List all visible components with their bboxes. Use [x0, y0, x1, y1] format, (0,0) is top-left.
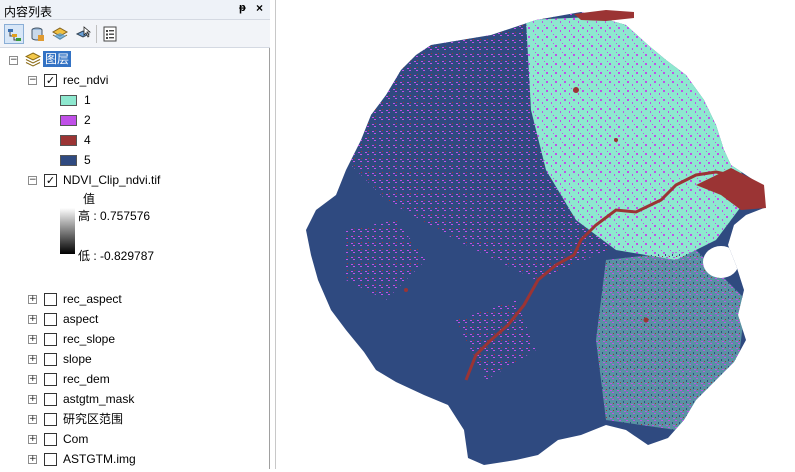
expand-collapse-toggle[interactable]: + — [28, 375, 37, 384]
legend-swatch — [60, 95, 77, 106]
layer-name[interactable]: rec_aspect — [63, 290, 122, 308]
toc-toolbar — [0, 20, 270, 48]
expand-collapse-toggle[interactable]: + — [28, 355, 37, 364]
stretch-color-ramp — [60, 208, 75, 254]
map-view[interactable] — [275, 0, 795, 469]
layer-visibility-checkbox[interactable] — [44, 413, 57, 426]
layer-name[interactable]: rec_slope — [63, 330, 115, 348]
expand-collapse-toggle[interactable]: + — [28, 435, 37, 444]
expand-collapse-toggle[interactable]: + — [28, 395, 37, 404]
panel-title: 内容列表 — [4, 5, 53, 19]
legend-swatch — [60, 155, 77, 166]
expand-collapse-toggle[interactable]: − — [28, 76, 37, 85]
layer-visibility-checkbox[interactable] — [44, 373, 57, 386]
legend-class-label: 5 — [84, 153, 91, 167]
layer-visibility-checkbox[interactable] — [44, 333, 57, 346]
expand-collapse-toggle[interactable]: + — [28, 455, 37, 464]
expand-collapse-toggle[interactable]: − — [9, 56, 18, 65]
panel-title-bar: 内容列表 ᵽ × — [0, 0, 270, 20]
legend-high-value: 高 : 0.757576 — [78, 209, 151, 223]
legend-swatch — [60, 135, 77, 146]
layer-name[interactable]: astgtm_mask — [63, 390, 134, 408]
list-by-drawing-order-icon[interactable] — [4, 24, 24, 44]
layers-icon — [25, 52, 41, 67]
table-of-contents-panel: 内容列表 ᵽ × − 图层 − ✓ rec_ndvi 1 2 4 5 − ✓ N… — [0, 0, 270, 469]
layer-visibility-checkbox[interactable] — [44, 313, 57, 326]
list-by-source-icon[interactable] — [27, 24, 47, 44]
list-by-visibility-icon[interactable] — [50, 24, 70, 44]
expand-collapse-toggle[interactable]: − — [28, 176, 37, 185]
layer-visibility-checkbox[interactable] — [44, 393, 57, 406]
expand-collapse-toggle[interactable]: + — [28, 295, 37, 304]
layer-name[interactable]: ASTGTM.img — [63, 450, 136, 468]
ndvi-classification-map[interactable] — [276, 0, 795, 469]
legend-class-label: 4 — [84, 133, 91, 147]
legend-class-label: 1 — [84, 93, 91, 107]
expand-collapse-toggle[interactable]: + — [28, 415, 37, 424]
layer-name[interactable]: aspect — [63, 310, 98, 328]
layer-name[interactable]: slope — [63, 350, 92, 368]
layer-visibility-checkbox[interactable] — [44, 293, 57, 306]
layer-name[interactable]: rec_ndvi — [63, 71, 108, 89]
layer-name[interactable]: Com — [63, 430, 88, 448]
layer-name[interactable]: 研究区范围 — [63, 410, 123, 428]
close-icon[interactable]: × — [256, 1, 263, 15]
layer-name[interactable]: NDVI_Clip_ndvi.tif — [63, 171, 160, 189]
list-by-selection-icon[interactable] — [73, 24, 93, 44]
options-icon[interactable] — [100, 24, 120, 44]
legend-low-value: 低 : -0.829787 — [78, 249, 155, 263]
layer-visibility-checkbox[interactable] — [44, 433, 57, 446]
layer-tree: − 图层 − ✓ rec_ndvi 1 2 4 5 − ✓ NDVI_Clip_… — [0, 48, 270, 469]
layer-visibility-checkbox[interactable]: ✓ — [44, 174, 57, 187]
layer-name[interactable]: rec_dem — [63, 370, 110, 388]
toolbar-separator — [96, 25, 97, 43]
pin-icon[interactable]: ᵽ — [239, 2, 246, 14]
layer-visibility-checkbox[interactable]: ✓ — [44, 74, 57, 87]
legend-class-label: 2 — [84, 113, 91, 127]
layer-visibility-checkbox[interactable] — [44, 453, 57, 466]
expand-collapse-toggle[interactable]: + — [28, 315, 37, 324]
legend-title: 值 — [83, 192, 96, 206]
layer-visibility-checkbox[interactable] — [44, 353, 57, 366]
layer-group-root[interactable]: 图层 — [43, 51, 72, 67]
expand-collapse-toggle[interactable]: + — [28, 335, 37, 344]
legend-swatch — [60, 115, 77, 126]
